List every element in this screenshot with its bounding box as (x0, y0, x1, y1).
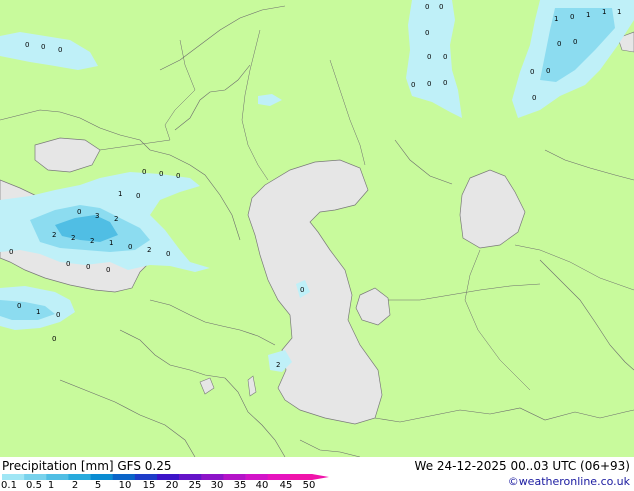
precip-value: 0 (425, 29, 429, 37)
precip-value: 0 (532, 94, 536, 102)
precip-value: 0 (176, 172, 180, 180)
precip-value: 0 (443, 53, 447, 61)
precip-value: 0 (66, 260, 70, 268)
precip-value: 0 (86, 263, 90, 271)
precip-value: 0 (557, 40, 561, 48)
precipitation-map: 0 0 0 0 0 0 0 0 0 0 0 1 0 1 1 1 0 0 0 0 … (0, 0, 634, 457)
precip-value: 0 (128, 243, 132, 251)
valid-time: We 24-12-2025 00..03 UTC (06+93) (414, 459, 630, 473)
precip-value: 0 (142, 168, 146, 176)
precip-value: 1 (118, 190, 122, 198)
map-title: Precipitation [mm] GFS 0.25 (2, 459, 172, 473)
precip-value: 0 (56, 311, 60, 319)
precip-value: 2 (52, 231, 56, 239)
precip-value: 0 (411, 81, 415, 89)
precip-value: 0 (166, 250, 170, 258)
precip-value: 0 (52, 335, 56, 343)
precip-value: 0 (159, 170, 163, 178)
precip-value: 0 (25, 41, 29, 49)
precip-value: 1 (586, 11, 590, 19)
precip-value: 2 (114, 215, 118, 223)
precip-value: 0 (573, 38, 577, 46)
precip-value: 0 (427, 80, 431, 88)
weather-map-app: 0 0 0 0 0 0 0 0 0 0 0 1 0 1 1 1 0 0 0 0 … (0, 0, 634, 491)
precip-value: 0 (77, 208, 81, 216)
precip-value: 2 (276, 361, 280, 369)
map-footer: Precipitation [mm] GFS 0.25 We 24-12-202… (0, 457, 634, 491)
precip-value: 0 (443, 79, 447, 87)
precip-value: 1 (36, 308, 40, 316)
precip-value: 0 (425, 3, 429, 11)
precip-value: 0 (17, 302, 21, 310)
precip-value: 0 (439, 3, 443, 11)
precip-value: 0 (58, 46, 62, 54)
precip-value: 1 (554, 15, 558, 23)
precip-value: 0 (570, 13, 574, 21)
precip-value: 0 (530, 68, 534, 76)
precip-value: 1 (602, 8, 606, 16)
precip-value: 0 (136, 192, 140, 200)
precip-value: 0 (9, 248, 13, 256)
precip-value: 1 (617, 8, 621, 16)
precip-value: 3 (95, 212, 99, 220)
precip-value: 2 (71, 234, 75, 242)
precip-value: 0 (546, 67, 550, 75)
precip-value: 0 (427, 53, 431, 61)
precip-value: 0 (300, 286, 304, 294)
credit-link[interactable]: ©weatheronline.co.uk (508, 475, 630, 488)
precip-value: 2 (90, 237, 94, 245)
precip-value: 2 (147, 246, 151, 254)
precip-value: 1 (109, 239, 113, 247)
precip-value: 0 (106, 266, 110, 274)
precip-value: 0 (41, 43, 45, 51)
